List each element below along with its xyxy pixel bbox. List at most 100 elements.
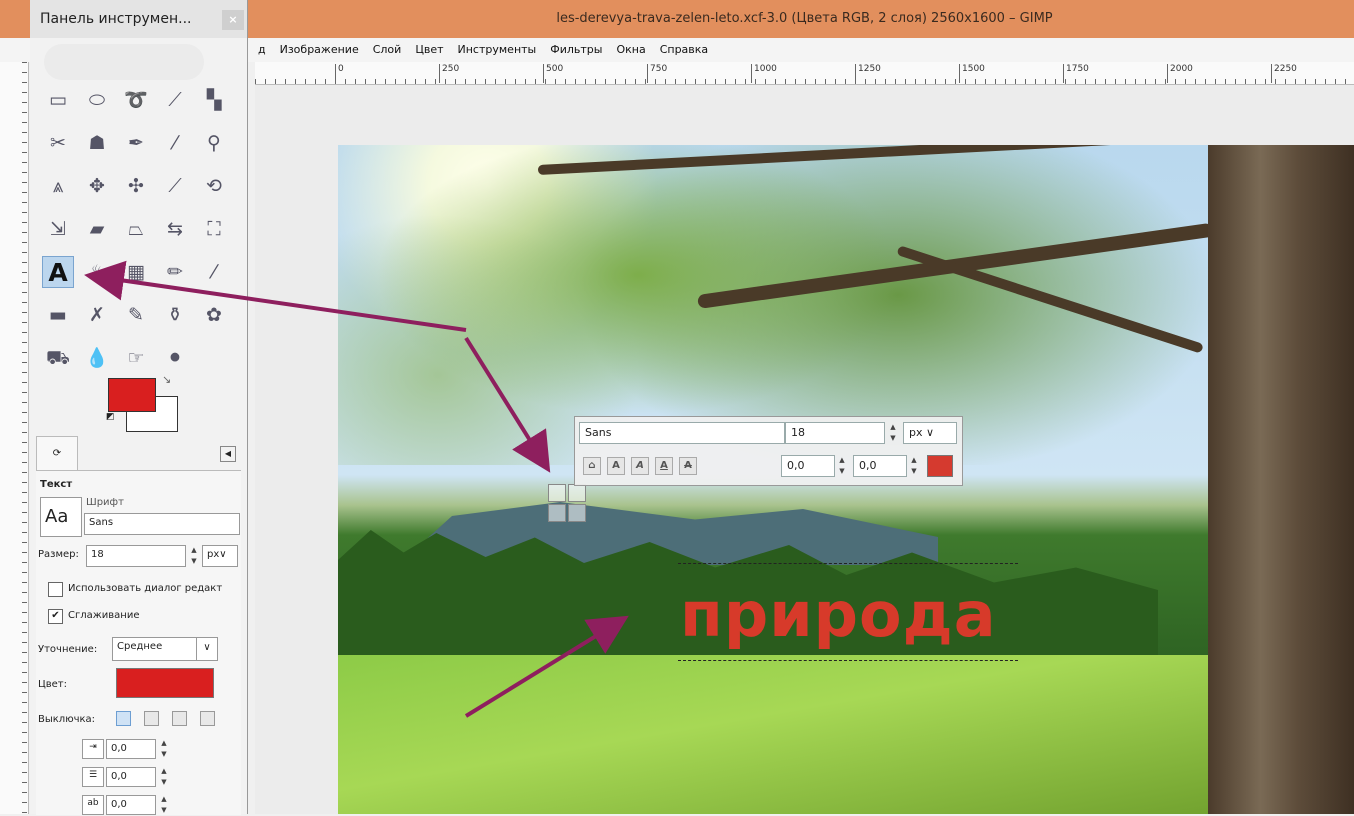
rotate-icon[interactable]: ⟲ [198,170,230,202]
ruler-tick-label: 1500 [959,64,985,83]
scissors-icon[interactable]: ✂ [42,127,74,159]
chevron-down-icon[interactable]: ∨ [196,637,218,661]
letter-spacing-spinner[interactable]: ▲ ▼ [158,794,170,816]
foreground-select-icon[interactable]: ☗ [81,127,113,159]
configure-tab-icon[interactable]: ◀ [220,446,236,462]
menu-item-7[interactable]: Справка [660,43,708,56]
kerning-field[interactable]: 0,0 [853,455,907,477]
indent-spinner[interactable]: ▲ ▼ [158,738,170,760]
menu-item-1[interactable]: Изображение [280,43,359,56]
horizontal-ruler[interactable]: 0 250 500 750 1000 1250 1500 1750 2000 2250 [255,62,1354,85]
size-spinner-icon[interactable]: ▲ ▼ [188,545,200,567]
free-select-icon[interactable]: ➰ [120,84,152,116]
indent-icon: ⇥ [82,739,104,759]
justify-center-icon[interactable] [172,711,187,726]
letter-spacing-input[interactable]: 0,0 [106,795,156,815]
menu-item-6[interactable]: Окна [616,43,645,56]
line-spacing-input[interactable]: 0,0 [106,767,156,787]
underline-button[interactable]: A [655,457,673,475]
crop-icon[interactable]: ⟋ [159,170,191,202]
shear-icon[interactable]: ▰ [81,213,113,245]
size-label: Размер: [38,549,79,560]
font-input[interactable]: Sans [84,513,240,535]
antialias-checkbox[interactable]: ✔ [48,609,63,624]
rect-select-icon[interactable]: ▭ [42,84,74,116]
paintbrush-icon[interactable]: ⁄ [198,256,230,288]
menu-item-2[interactable]: Слой [373,43,402,56]
zoom-icon[interactable]: ⚲ [198,127,230,159]
measure-icon[interactable]: ⩓ [42,170,74,202]
baseline-field[interactable]: 0,0 [781,455,835,477]
airbrush-icon[interactable]: ✗ [81,299,113,331]
handle-top-left[interactable] [548,484,566,502]
use-editor-checkbox[interactable] [48,582,63,597]
italic-button[interactable]: A [631,457,649,475]
text-box-handles[interactable] [548,484,588,522]
size-input[interactable]: 18 [86,545,186,567]
perspective-icon[interactable]: ⏢ [120,213,152,245]
ruler-tick-label: 1250 [855,64,881,83]
close-icon[interactable]: × [222,10,244,30]
text-tool-icon[interactable]: A [42,256,74,288]
line-spacing-spinner[interactable]: ▲ ▼ [158,766,170,788]
size-field[interactable]: 18 [785,422,885,444]
bold-button[interactable]: A [607,457,625,475]
justify-fill-icon[interactable] [200,711,215,726]
fuzzy-select-icon[interactable]: ⟋ [159,84,191,116]
kerning-spinner[interactable]: ▲ ▼ [908,455,920,477]
move-icon[interactable]: ✥ [81,170,113,202]
clone-icon[interactable]: ⚱ [159,299,191,331]
color-picker-icon[interactable]: ⁄ [159,127,191,159]
ink-icon[interactable]: ✎ [120,299,152,331]
cage-icon[interactable]: ⛶ [198,213,230,245]
toolbox-titlebar: Панель инструмен... × [30,0,247,38]
baseline-spinner[interactable]: ▲ ▼ [836,455,848,477]
default-colors-icon[interactable]: ◩ [106,412,118,424]
size-spinner[interactable]: ▲ ▼ [887,422,899,444]
heal-icon[interactable]: ✿ [198,299,230,331]
menu-item-4[interactable]: Инструменты [458,43,537,56]
flip-icon[interactable]: ⇆ [159,213,191,245]
handle-bottom-right[interactable] [568,504,586,522]
pencil-icon[interactable]: ✏ [159,256,191,288]
indent-input[interactable]: 0,0 [106,739,156,759]
ellipse-select-icon[interactable]: ⬭ [81,84,113,116]
unit-select[interactable]: px ∨ [903,422,957,444]
blend-icon[interactable]: ▦ [120,256,152,288]
smudge-icon[interactable]: ☞ [120,342,152,374]
section-title: Текст [40,479,73,490]
swap-colors-icon[interactable]: ↘ [162,373,176,387]
justify-left-icon[interactable] [116,711,131,726]
menu-item-3[interactable]: Цвет [415,43,443,56]
perspective-clone-icon[interactable]: ⛟ [42,342,74,374]
handle-bottom-left[interactable] [548,504,566,522]
align-icon[interactable]: ✣ [120,170,152,202]
bucket-fill-icon[interactable]: ♨ [81,256,113,288]
size-unit-select[interactable]: px∨ [202,545,238,567]
menu-item-5[interactable]: Фильтры [550,43,602,56]
blur-icon[interactable]: 💧 [81,342,113,374]
font-preview-button[interactable]: Aa [40,497,82,537]
scale-icon[interactable]: ⇲ [42,213,74,245]
font-field[interactable]: Sans [579,422,785,444]
tool-options-tab[interactable]: ⟳ [36,436,78,471]
handle-top-right[interactable] [568,484,586,502]
menu-item-0[interactable]: д [258,43,266,56]
canvas-text[interactable]: природа [680,580,997,650]
text-color-swatch[interactable] [927,455,953,477]
toolbox-window: Панель инструмен... × ▭ ⬭ ➰ ⟋ ▚ ✂ ☗ ✒ ⁄ ⚲ ⩓ ✥ ✣ ⟋ ⟲ ⇲ ▰ ⏢… [30,0,248,816]
font-label: Шрифт [86,497,124,508]
justify-label: Выключка: [38,714,96,725]
vertical-ruler[interactable] [0,62,29,814]
strikethrough-button[interactable]: A [679,457,697,475]
ruler-tick-label: 1750 [1063,64,1089,83]
unit-value: px [909,426,923,439]
select-by-color-icon[interactable]: ▚ [198,84,230,116]
color-button[interactable] [116,668,214,698]
eraser-icon[interactable]: ▬ [42,299,74,331]
paths-icon[interactable]: ✒ [120,127,152,159]
dodge-burn-icon[interactable]: ⚫ [159,342,191,374]
clear-style-button[interactable]: ⌂ [583,457,601,475]
foreground-color[interactable] [108,378,156,412]
justify-right-icon[interactable] [144,711,159,726]
